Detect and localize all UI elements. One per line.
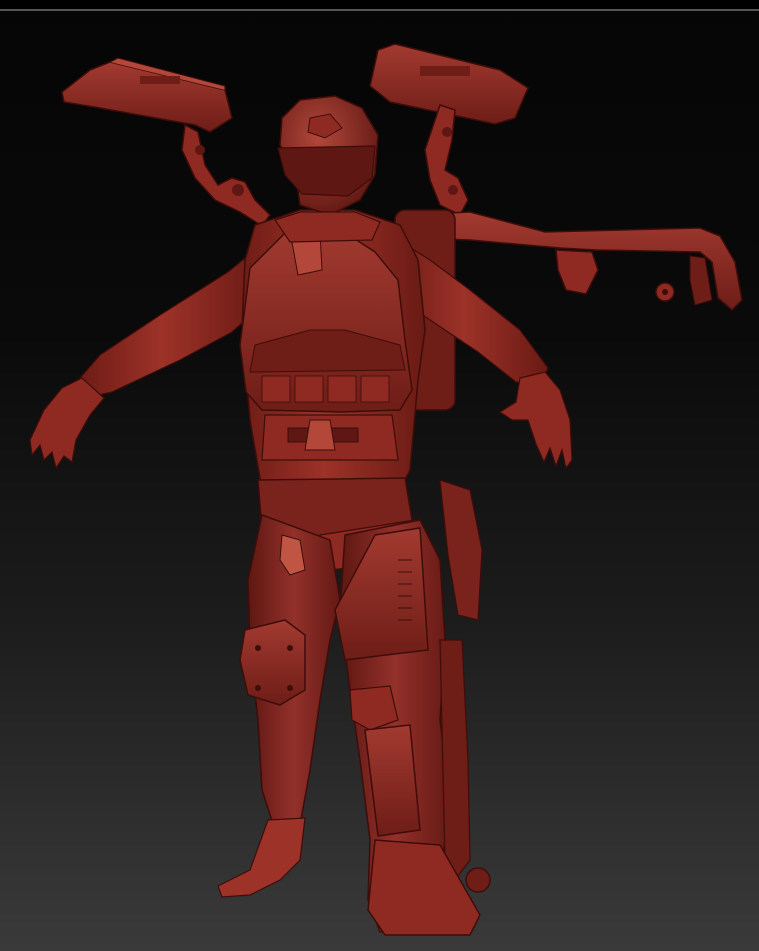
character-model[interactable] (0, 0, 759, 951)
right-leg-armor (334, 479, 491, 936)
left-foot (217, 817, 306, 898)
left-shoulder-gun-mount (61, 57, 271, 228)
sculpt-viewport[interactable] (0, 0, 759, 951)
knee-pad (239, 619, 306, 706)
left-leg (217, 513, 341, 898)
right-shoulder-gun-mount (369, 43, 529, 216)
left-arm (29, 248, 263, 470)
helmet (274, 95, 381, 243)
